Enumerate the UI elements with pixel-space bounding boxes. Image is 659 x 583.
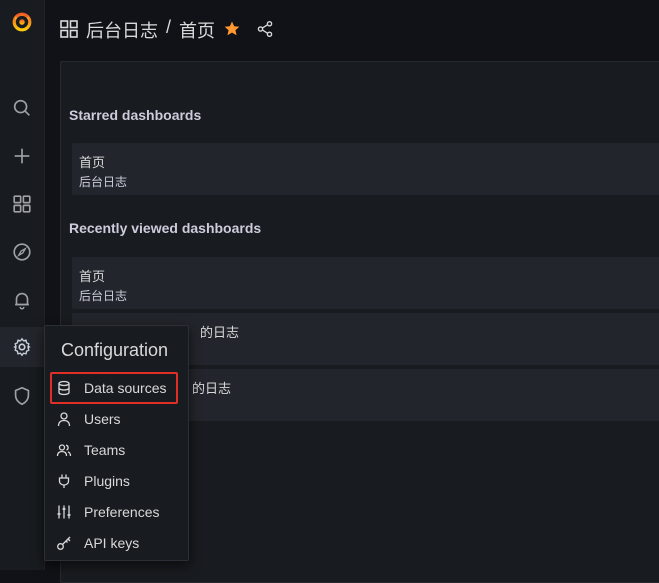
grafana-logo-icon bbox=[12, 12, 32, 32]
sidebar bbox=[0, 0, 45, 570]
sliders-icon bbox=[57, 505, 71, 518]
menu-item-label: API keys bbox=[84, 534, 140, 551]
page-title[interactable]: 首页 bbox=[179, 17, 215, 43]
grafana-logo[interactable] bbox=[0, 2, 44, 42]
breadcrumb-separator: / bbox=[166, 17, 172, 37]
compass-icon bbox=[13, 243, 31, 261]
key-icon bbox=[57, 536, 71, 550]
plug-icon bbox=[58, 474, 70, 488]
dashboard-name: 的日志 bbox=[200, 325, 240, 340]
configuration-menu: Configuration Data sources Users Teams P… bbox=[44, 325, 189, 561]
plus-icon bbox=[14, 148, 30, 164]
search-button[interactable] bbox=[0, 88, 44, 128]
configuration-button[interactable] bbox=[0, 327, 44, 367]
bell-icon bbox=[15, 292, 29, 310]
dashboard-folder: 后台日志 bbox=[79, 175, 128, 189]
menu-item-label: Users bbox=[84, 410, 121, 427]
dashboard-name: 的日志 bbox=[192, 381, 232, 396]
recent-dashboard-item[interactable]: 首页 后台日志 bbox=[72, 257, 659, 309]
dashboard-name: 首页 bbox=[79, 155, 106, 170]
menu-item-users[interactable]: Users bbox=[51, 404, 179, 433]
menu-item-api-keys[interactable]: API keys bbox=[51, 528, 179, 557]
menu-item-label: Teams bbox=[84, 441, 126, 458]
apps-icon bbox=[60, 20, 78, 38]
search-icon bbox=[13, 99, 30, 116]
dashboard-name: 首页 bbox=[79, 269, 106, 284]
server-admin-button[interactable] bbox=[0, 376, 44, 416]
share-icon[interactable] bbox=[256, 20, 274, 38]
apps-icon bbox=[13, 195, 31, 213]
breadcrumb-folder[interactable]: 后台日志 bbox=[86, 17, 158, 43]
starred-dashboard-item[interactable]: 首页 后台日志 bbox=[72, 143, 659, 195]
data-sources-highlight-box bbox=[50, 372, 178, 404]
gear-icon bbox=[13, 337, 31, 357]
create-button[interactable] bbox=[0, 136, 44, 176]
starred-dashboards-title: Starred dashboards bbox=[69, 107, 202, 123]
users-icon bbox=[56, 443, 72, 456]
dashboards-button[interactable] bbox=[0, 184, 44, 224]
top-navbar: 后台日志 / 首页 bbox=[44, 0, 659, 58]
user-icon bbox=[57, 411, 71, 426]
star-icon[interactable] bbox=[223, 20, 241, 38]
explore-button[interactable] bbox=[0, 232, 44, 272]
dashboard-folder: 后台日志 bbox=[79, 289, 128, 303]
menu-item-label: Plugins bbox=[84, 472, 130, 489]
menu-item-preferences[interactable]: Preferences bbox=[51, 497, 179, 526]
shield-icon bbox=[14, 386, 30, 406]
recent-dashboards-title: Recently viewed dashboards bbox=[69, 220, 262, 236]
alerting-button[interactable] bbox=[0, 280, 44, 320]
menu-item-label: Preferences bbox=[84, 503, 160, 520]
menu-item-teams[interactable]: Teams bbox=[51, 435, 179, 464]
menu-item-plugins[interactable]: Plugins bbox=[51, 466, 179, 495]
configuration-menu-title[interactable]: Configuration bbox=[61, 340, 168, 361]
